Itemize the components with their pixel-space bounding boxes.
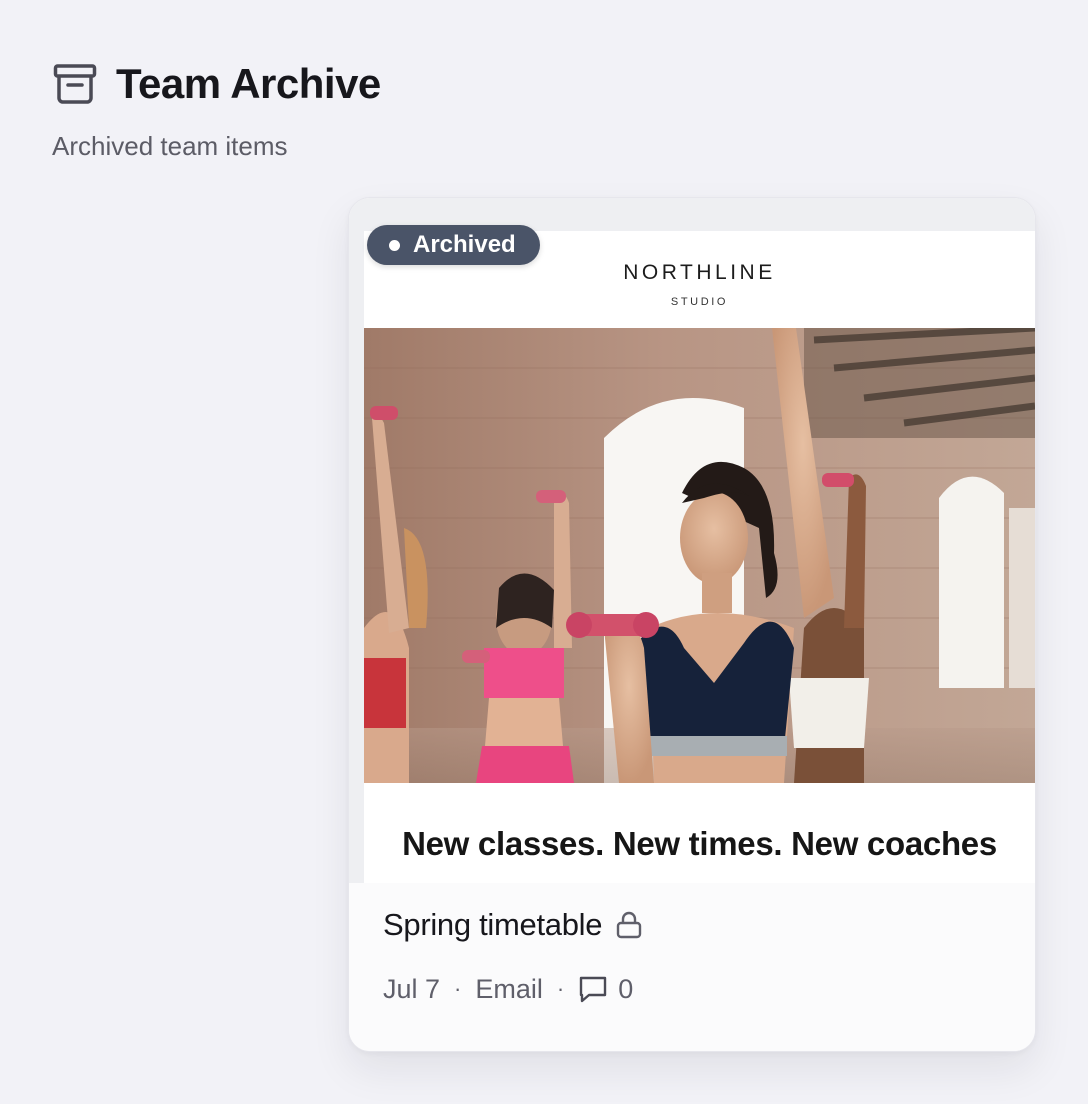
- page-subtitle: Archived team items: [52, 131, 288, 161]
- item-date: Jul 7: [383, 974, 441, 1004]
- meta-separator: ·: [454, 976, 462, 1001]
- comment-count: 0: [618, 974, 634, 1004]
- hero-image: [364, 328, 1035, 783]
- item-type: Email: [475, 974, 543, 1004]
- archive-box-icon: [52, 61, 98, 107]
- email-preview-canvas: NORTHLINE STUDIO New classes. New times.…: [364, 231, 1035, 883]
- card-info: Spring timetable Jul 7 · Email · 0: [349, 883, 1035, 1051]
- team-archive-page: Team Archive Archived team items NORTHLI…: [0, 0, 1088, 1104]
- item-title[interactable]: Spring timetable: [383, 903, 603, 947]
- archive-item-card[interactable]: NORTHLINE STUDIO New classes. New times.…: [348, 197, 1036, 1052]
- lock-icon: [616, 911, 642, 939]
- item-title-row: Spring timetable: [383, 903, 642, 947]
- page-header: Team Archive: [52, 58, 381, 110]
- comment-icon[interactable]: [578, 974, 608, 1004]
- item-meta: Jul 7 · Email · 0: [383, 971, 633, 1007]
- meta-separator: ·: [556, 976, 565, 1001]
- page-title: Team Archive: [116, 60, 381, 107]
- email-preview[interactable]: NORTHLINE STUDIO New classes. New times.…: [349, 198, 1035, 883]
- status-badge: Archived: [367, 225, 540, 265]
- email-headline: New classes. New times. New coaches: [402, 825, 997, 862]
- status-badge-label: Archived: [413, 231, 516, 258]
- brand-tagline: STUDIO: [670, 296, 729, 308]
- status-dot-icon: [389, 239, 400, 251]
